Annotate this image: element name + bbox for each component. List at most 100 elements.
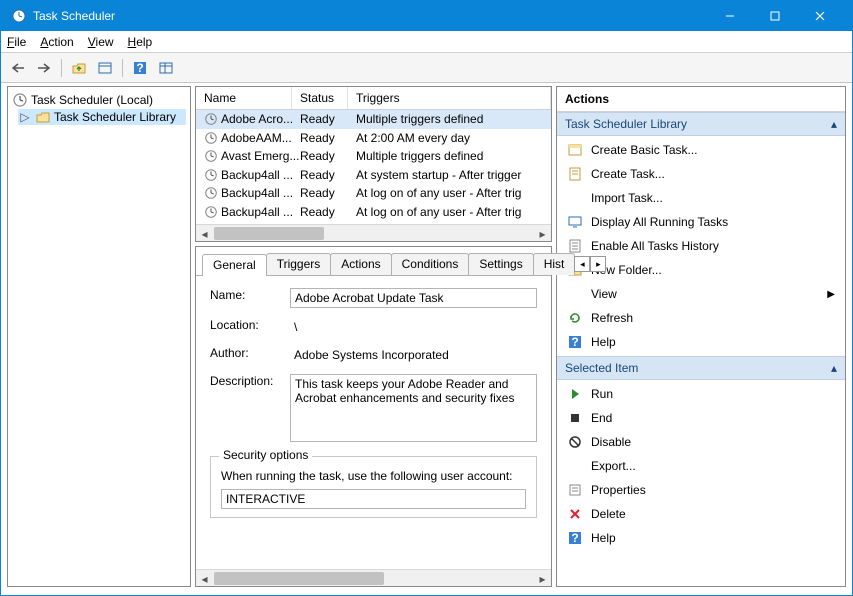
action-label: Help: [591, 335, 616, 349]
tree-root[interactable]: Task Scheduler (Local): [12, 91, 186, 109]
task-name: Backup4all ...: [221, 205, 293, 219]
close-button[interactable]: [797, 1, 842, 31]
action-delete[interactable]: Delete: [557, 502, 845, 526]
panel2-button[interactable]: [155, 57, 177, 79]
task-status: Ready: [300, 149, 356, 163]
action-view[interactable]: View▶: [557, 282, 845, 306]
task-row[interactable]: Backup4all ...ReadyAt log on of any user…: [196, 203, 551, 222]
label-name: Name:: [210, 288, 290, 302]
history-icon: [567, 238, 583, 254]
task-triggers: Multiple triggers defined: [356, 112, 551, 126]
col-triggers[interactable]: Triggers: [348, 87, 551, 109]
task-row[interactable]: Adobe Acro...ReadyMultiple triggers defi…: [196, 110, 551, 129]
action-display-all-running-tasks[interactable]: Display All Running Tasks: [557, 210, 845, 234]
value-location: \: [290, 318, 537, 336]
titlebar: Task Scheduler: [1, 1, 852, 31]
tab-general[interactable]: General: [202, 254, 267, 276]
clock-icon: [204, 149, 218, 163]
action-label: Enable All Tasks History: [591, 239, 719, 253]
help-button[interactable]: ?: [129, 57, 151, 79]
collapse-icon: ▴: [831, 361, 837, 375]
action-properties[interactable]: Properties: [557, 478, 845, 502]
action-help[interactable]: ?Help: [557, 526, 845, 550]
action-import-task[interactable]: Import Task...: [557, 186, 845, 210]
value-description[interactable]: This task keeps your Adobe Reader and Ac…: [290, 374, 537, 442]
task-list-panel: Name Status Triggers Adobe Acro...ReadyM…: [195, 86, 552, 242]
task-triggers: At 2:00 AM every day: [356, 131, 551, 145]
action-label: Export...: [591, 459, 636, 473]
action-end[interactable]: End: [557, 406, 845, 430]
task-icon: [567, 166, 583, 182]
action-refresh[interactable]: Refresh: [557, 306, 845, 330]
window-title: Task Scheduler: [33, 9, 707, 23]
tab-history[interactable]: Hist: [533, 253, 576, 275]
forward-button[interactable]: [33, 57, 55, 79]
tree-library[interactable]: ▷ Task Scheduler Library: [18, 109, 186, 125]
col-name[interactable]: Name: [196, 87, 292, 109]
none-icon: [567, 458, 583, 474]
task-status: Ready: [300, 186, 356, 200]
up-folder-button[interactable]: [68, 57, 90, 79]
tree-root-label: Task Scheduler (Local): [31, 93, 153, 107]
task-row[interactable]: AdobeAAM... ReadyAt 2:00 AM every day: [196, 129, 551, 148]
task-row[interactable]: Backup4all ...ReadyAt log on of any user…: [196, 184, 551, 203]
tree-library-label: Task Scheduler Library: [54, 110, 176, 124]
task-triggers: At log on of any user - After trig: [356, 205, 551, 219]
delete-icon: [567, 506, 583, 522]
help-icon: ?: [567, 334, 583, 350]
task-status: Ready: [300, 131, 356, 145]
task-name: AdobeAAM...: [221, 131, 292, 145]
task-name: Adobe Acro...: [221, 112, 293, 126]
clock-icon: [204, 205, 218, 219]
actions-section-item[interactable]: Selected Item ▴: [557, 356, 845, 380]
task-row[interactable]: Backup4all ...ReadyAt system startup - A…: [196, 166, 551, 185]
actions-section-library[interactable]: Task Scheduler Library ▴: [557, 112, 845, 136]
security-text: When running the task, use the following…: [221, 469, 526, 483]
tab-conditions[interactable]: Conditions: [391, 253, 470, 275]
tab-scroll-right[interactable]: ▸: [590, 256, 606, 272]
action-label: Run: [591, 387, 613, 401]
detail-hscroll[interactable]: ◂▸: [196, 569, 551, 586]
menu-view[interactable]: View: [88, 35, 114, 49]
action-label: Create Task...: [591, 167, 665, 181]
action-help[interactable]: ? Help: [557, 330, 845, 354]
action-enable-all-tasks-history[interactable]: Enable All Tasks History: [557, 234, 845, 258]
tab-settings[interactable]: Settings: [468, 253, 533, 275]
tab-scroll-left[interactable]: ◂: [574, 256, 590, 272]
action-run[interactable]: Run: [557, 382, 845, 406]
task-list-hscroll[interactable]: ◂▸: [196, 224, 551, 241]
action-create-task[interactable]: Create Task...: [557, 162, 845, 186]
back-button[interactable]: [7, 57, 29, 79]
action-create-basic-task[interactable]: Create Basic Task...: [557, 138, 845, 162]
col-status[interactable]: Status: [292, 87, 348, 109]
props-icon: [567, 482, 583, 498]
minimize-button[interactable]: [707, 1, 752, 31]
expand-icon[interactable]: ▷: [18, 110, 32, 124]
task-row[interactable]: Avast Emerg...ReadyMultiple triggers def…: [196, 147, 551, 166]
action-label: Help: [591, 531, 616, 545]
actions-panel: Actions Task Scheduler Library ▴ Create …: [556, 86, 846, 587]
panel-button[interactable]: [94, 57, 116, 79]
end-icon: [567, 410, 583, 426]
toolbar: ?: [1, 53, 852, 83]
value-name[interactable]: Adobe Acrobat Update Task: [290, 288, 537, 308]
action-label: View: [591, 287, 617, 301]
task-status: Ready: [300, 168, 356, 182]
label-author: Author:: [210, 346, 290, 360]
task-triggers: Multiple triggers defined: [356, 149, 551, 163]
menu-help[interactable]: Help: [128, 35, 153, 49]
tab-triggers[interactable]: Triggers: [266, 253, 332, 275]
clock-icon: [204, 131, 218, 145]
clock-icon: [204, 186, 218, 200]
folder-icon: [35, 110, 51, 124]
action-export[interactable]: Export...: [557, 454, 845, 478]
tab-actions[interactable]: Actions: [330, 253, 391, 275]
action-label: Disable: [591, 435, 631, 449]
menu-file[interactable]: File: [7, 35, 26, 49]
task-triggers: At system startup - After trigger: [356, 168, 551, 182]
action-disable[interactable]: Disable: [557, 430, 845, 454]
action-label: End: [591, 411, 612, 425]
maximize-button[interactable]: [752, 1, 797, 31]
value-author: Adobe Systems Incorporated: [290, 346, 537, 364]
menu-action[interactable]: Action: [40, 35, 73, 49]
